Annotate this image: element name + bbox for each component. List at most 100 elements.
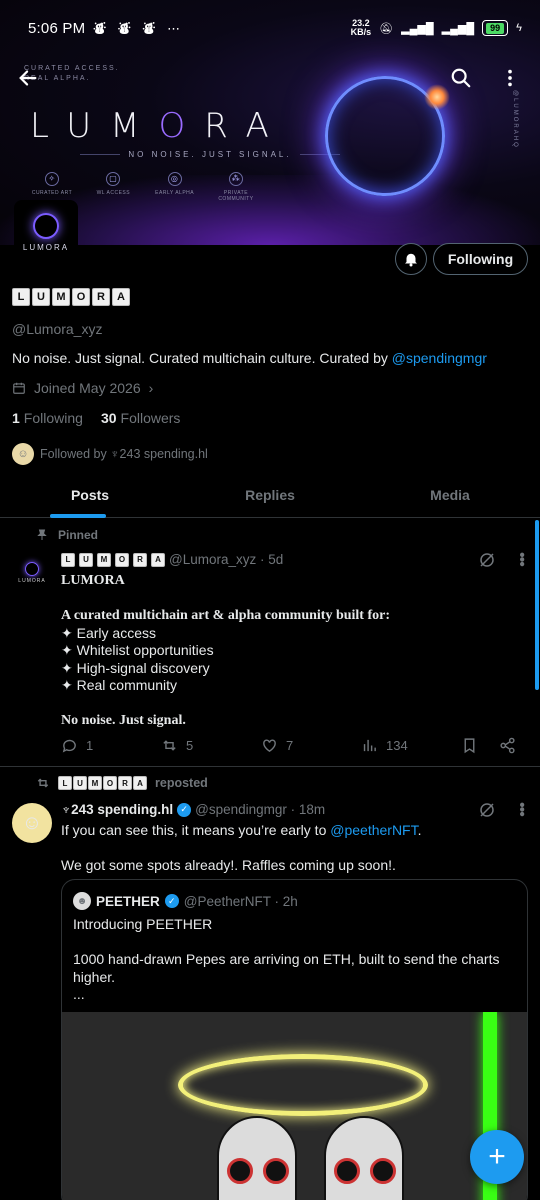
- image-eye: [227, 1158, 253, 1184]
- feature-label: CURATED ART: [31, 190, 73, 196]
- name-tile: O: [103, 776, 117, 790]
- brand-part-2: RA: [204, 106, 288, 146]
- post-more-icon[interactable]: •••: [512, 552, 530, 566]
- brand-part-o: O: [158, 106, 205, 146]
- back-button[interactable]: [10, 60, 46, 96]
- search-button[interactable]: [443, 60, 479, 96]
- image-character-left: [217, 1116, 297, 1200]
- plus-icon: +: [488, 1140, 506, 1173]
- post-author-avatar[interactable]: ☺: [12, 803, 52, 843]
- feature-early-alpha: ◎ EARLY ALPHA: [147, 172, 203, 202]
- post-line: No noise. Just signal.: [61, 713, 186, 728]
- followed-by[interactable]: ☺ Followed by ♆243 spending.hl: [12, 443, 208, 465]
- display-name: L U M O R A: [12, 288, 130, 306]
- compose-post-button[interactable]: +: [470, 1130, 524, 1184]
- tab-media[interactable]: Media: [360, 472, 540, 517]
- share-icon: [500, 737, 515, 754]
- follow-counts: 1 Following 30 Followers: [12, 410, 180, 426]
- quoted-post[interactable]: ☻ PEETHER ✓ @PeetherNFT · 2h Introducing…: [61, 879, 528, 1200]
- tab-posts[interactable]: Posts: [0, 472, 180, 518]
- name-tile: U: [73, 776, 87, 790]
- repost-indicator[interactable]: L U M O R A reposted: [36, 776, 208, 790]
- image-halo: [178, 1054, 428, 1116]
- bio-mention-link[interactable]: @spendingmgr: [392, 350, 487, 366]
- quote-body: Introducing PEETHER 1000 hand-drawn Pepe…: [73, 916, 513, 1004]
- feature-private-community: ⁂ PRIVATE COMMUNITY: [208, 172, 264, 202]
- scrollbar[interactable]: [535, 520, 539, 690]
- views-button[interactable]: 134: [361, 737, 461, 754]
- verified-badge-icon: ✓: [177, 802, 192, 817]
- profile-joined[interactable]: Joined May 2026 ›: [12, 380, 153, 396]
- post-line: ✦ High-signal discovery: [61, 659, 210, 676]
- avatar-text: LUMORA: [18, 578, 46, 584]
- post-text: .: [417, 822, 422, 838]
- pinned-indicator: Pinned: [36, 528, 98, 542]
- signal-icon: ▂▄▆█: [401, 22, 434, 35]
- bookmark-button[interactable]: [461, 737, 499, 754]
- reply-button[interactable]: 1: [61, 737, 161, 754]
- name-tile: M: [52, 288, 70, 306]
- post-line: ✦ Early access: [61, 624, 156, 641]
- repost-button[interactable]: 5: [161, 737, 261, 754]
- divider: [0, 766, 540, 767]
- quote-media-image[interactable]: [62, 1012, 527, 1200]
- reply-icon: [62, 739, 76, 753]
- post-header[interactable]: L U M O R A @Lumora_xyz · 5d: [61, 552, 283, 567]
- bio-text: No noise. Just signal. Curated multichai…: [12, 350, 392, 366]
- post-line: We got some spots already!. Raffles comi…: [61, 857, 396, 873]
- feature-wl-access: ▢ WL ACCESS: [85, 172, 141, 202]
- reply-count: 1: [86, 738, 94, 753]
- pin-icon: [37, 529, 47, 540]
- name-tile: A: [151, 552, 165, 567]
- view-count: 134: [386, 738, 408, 753]
- verified-badge-icon: ✓: [164, 894, 179, 908]
- following-label: Following: [23, 410, 83, 426]
- avatar-orb: [33, 212, 59, 239]
- post-line: A curated multichain art & alpha communi…: [61, 608, 390, 623]
- brand-part-1: LUM: [30, 106, 159, 146]
- post-more-icon[interactable]: •••: [512, 802, 530, 816]
- more-vertical-icon: [508, 69, 512, 87]
- like-button[interactable]: 7: [261, 737, 361, 754]
- post-line: If you can see this, it means you’re ear…: [61, 822, 422, 840]
- post-header[interactable]: ♆243 spending.hl ✓ @spendingmgr · 18m: [61, 802, 325, 817]
- grok-icon[interactable]: [478, 551, 496, 569]
- following-button[interactable]: Following: [433, 243, 528, 275]
- image-eye: [263, 1158, 289, 1184]
- people-icon: ⁂: [228, 172, 243, 186]
- share-button[interactable]: [499, 737, 516, 754]
- banner-tagline-text: NO NOISE. JUST SIGNAL.: [128, 150, 292, 159]
- post-text: If you can see this, it means you’re ear…: [61, 822, 331, 838]
- avatar-text: LUMORA: [22, 242, 70, 252]
- profile-tabs: Posts Replies Media: [0, 472, 540, 518]
- tab-replies[interactable]: Replies: [180, 472, 360, 517]
- status-bar: 5:06 PM ⛇ ⛇ ⛇ ⋯ 23.2 KB/s 🔕︎ ▂▄▆█ ▂▄▆█ 99…: [0, 0, 540, 56]
- repost-icon: [163, 740, 176, 751]
- avatar-orb: [25, 562, 39, 576]
- post-author-avatar[interactable]: LUMORA: [14, 555, 50, 591]
- status-time: 5:06 PM: [28, 19, 86, 37]
- name-tile: M: [97, 552, 111, 567]
- bookmark-icon: [464, 738, 475, 754]
- art-icon: ✧: [45, 172, 59, 186]
- quote-line-blank: [73, 934, 513, 952]
- reposter-name: L U M O R A: [58, 776, 147, 790]
- battery-level: 99: [486, 22, 505, 34]
- profile-handle: @Lumora_xyz: [12, 321, 103, 337]
- profile-avatar[interactable]: LUMORA: [14, 200, 78, 264]
- post-author-name: ♆243 spending.hl: [61, 802, 174, 817]
- quote-author-name: PEETHER: [96, 893, 160, 909]
- network-speed: 23.2 KB/s: [351, 19, 372, 37]
- more-options-button[interactable]: [492, 60, 528, 96]
- followers-count-link[interactable]: 30 Followers: [101, 410, 180, 426]
- post-line-blank: [61, 590, 390, 608]
- speed-unit: KB/s: [350, 27, 372, 37]
- feature-label: PRIVATE COMMUNITY: [218, 190, 254, 202]
- notification-icons: ⛇ ⛇ ⛇ ⋯: [93, 20, 185, 36]
- feature-curated-art: ✧ CURATED ART: [24, 172, 80, 202]
- following-count-link[interactable]: 1 Following: [12, 410, 83, 426]
- mention-link[interactable]: @peetherNFT: [330, 822, 417, 838]
- grok-icon[interactable]: [478, 801, 496, 819]
- notifications-button[interactable]: [395, 243, 427, 275]
- banner-features: ✧ CURATED ART ▢ WL ACCESS ◎ EARLY ALPHA ⁂ PR…: [24, 172, 264, 202]
